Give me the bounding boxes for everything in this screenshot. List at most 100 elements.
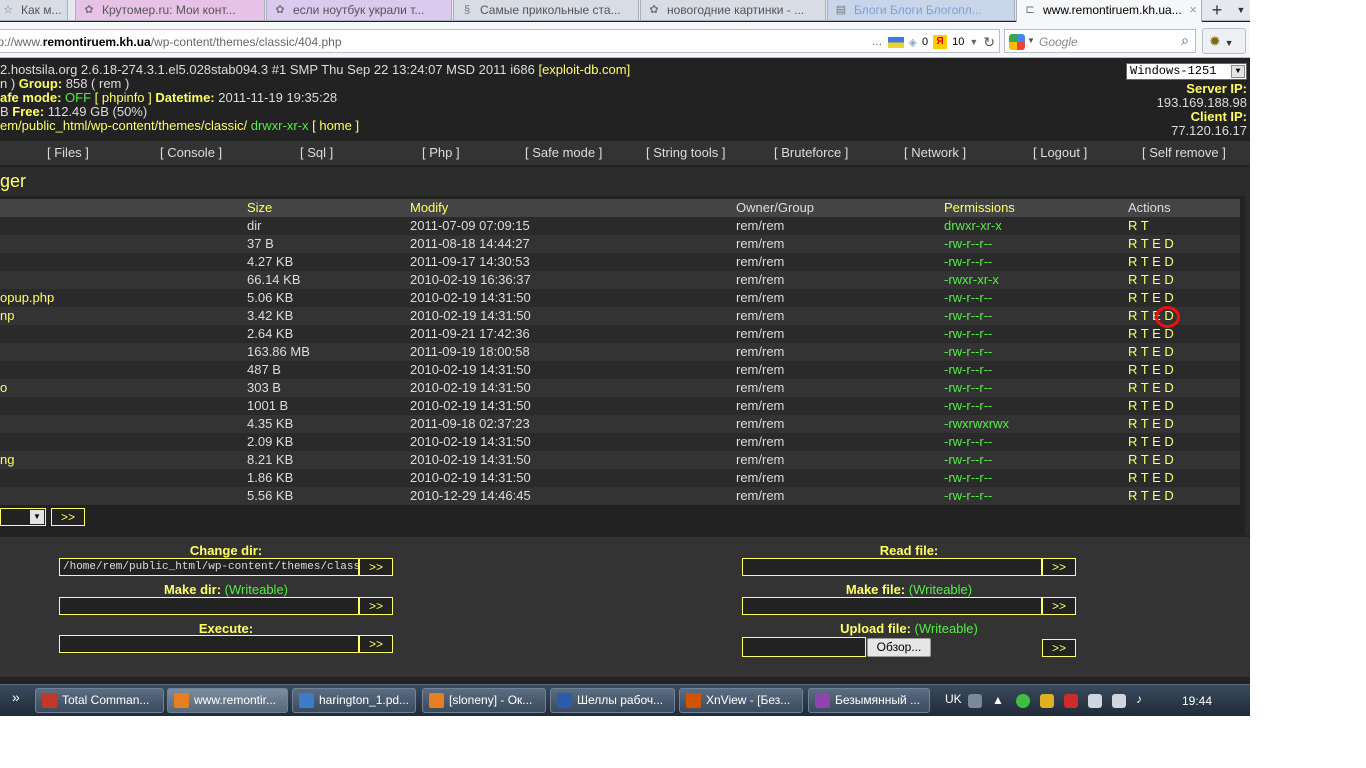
file-permissions-link[interactable]: -rw-r--r--: [944, 253, 992, 271]
read-file-input[interactable]: [742, 558, 1042, 576]
file-actions[interactable]: R T E D: [1128, 271, 1174, 289]
column-modify[interactable]: Modify: [410, 199, 448, 217]
chevron-down-icon[interactable]: ▼: [1027, 36, 1035, 45]
taskbar-item[interactable]: Шеллы рабоч...: [550, 688, 675, 713]
read-file-go-button[interactable]: >>: [1042, 558, 1076, 576]
file-permissions-link[interactable]: -rw-r--r--: [944, 307, 992, 325]
file-actions[interactable]: R T: [1128, 217, 1149, 235]
menu-console[interactable]: [ Console ]: [160, 145, 222, 160]
network-icon[interactable]: [1088, 694, 1102, 708]
change-dir-go-button[interactable]: >>: [359, 558, 393, 576]
file-permissions-link[interactable]: -rw-r--r--: [944, 451, 992, 469]
menu-sql[interactable]: [ Sql ]: [300, 145, 333, 160]
file-permissions-link[interactable]: -rw-r--r--: [944, 379, 992, 397]
tab-active[interactable]: ⊏ www.remontiruem.kh.ua... ×: [1016, 0, 1202, 22]
file-actions[interactable]: R T E D: [1128, 433, 1174, 451]
upload-file-go-button[interactable]: >>: [1042, 639, 1076, 657]
upload-file-input[interactable]: [742, 637, 866, 657]
gear-icon[interactable]: ✹ ▼: [1202, 28, 1246, 54]
file-permissions-link[interactable]: -rw-r--r--: [944, 343, 992, 361]
file-actions[interactable]: R T E D: [1128, 415, 1174, 433]
file-permissions-link[interactable]: -rw-r--r--: [944, 235, 992, 253]
file-actions[interactable]: R T E D: [1128, 451, 1174, 469]
change-dir-input[interactable]: /home/rem/public_html/wp-content/themes/…: [59, 558, 359, 576]
file-permissions-link[interactable]: -rw-r--r--: [944, 361, 992, 379]
new-tab-button[interactable]: +: [1204, 0, 1230, 21]
file-permissions-link[interactable]: -rw-r--r--: [944, 433, 992, 451]
file-name-link[interactable]: o: [0, 379, 7, 397]
file-actions[interactable]: R T E D: [1128, 469, 1174, 487]
tab-5[interactable]: ▤ Блоги Блоги Блогопл...: [827, 0, 1015, 21]
yandex-icon[interactable]: Я: [933, 35, 948, 49]
chevron-down-icon[interactable]: ▼: [969, 37, 978, 47]
close-tab-icon[interactable]: ×: [1189, 2, 1197, 17]
security-icon[interactable]: [1064, 694, 1078, 708]
menu-php[interactable]: [ Php ]: [422, 145, 460, 160]
taskbar-item[interactable]: Total Comman...: [35, 688, 164, 713]
device-icon[interactable]: [1112, 694, 1126, 708]
file-permissions-link[interactable]: -rwxrwxrwx: [944, 415, 1009, 433]
file-permissions-link[interactable]: -rw-r--r--: [944, 325, 992, 343]
apply-action-button[interactable]: >>: [51, 508, 85, 526]
taskbar-item[interactable]: Безымянный ...: [808, 688, 930, 713]
column-permissions[interactable]: Permissions: [944, 199, 1015, 217]
menu-bruteforce[interactable]: [ Bruteforce ]: [774, 145, 848, 160]
reload-icon[interactable]: ↻: [983, 34, 995, 51]
file-permissions-link[interactable]: -rw-r--r--: [944, 289, 992, 307]
chevron-down-icon[interactable]: ▼: [1232, 0, 1250, 21]
taskbar-item[interactable]: www.remontir...: [167, 688, 288, 713]
file-name-link[interactable]: ng: [0, 451, 14, 469]
make-file-input[interactable]: [742, 597, 1042, 615]
file-actions[interactable]: R T E D: [1128, 361, 1174, 379]
file-permissions-link[interactable]: -rw-r--r--: [944, 487, 992, 505]
make-dir-input[interactable]: [59, 597, 359, 615]
file-actions[interactable]: R T E D: [1128, 487, 1174, 505]
menu-logout[interactable]: [ Logout ]: [1033, 145, 1087, 160]
search-box[interactable]: ▼ Google ⌕: [1004, 29, 1196, 53]
file-actions[interactable]: R T E D: [1128, 253, 1174, 271]
current-path[interactable]: em/public_html/wp-content/themes/classic…: [0, 118, 247, 133]
shield-icon[interactable]: ◈: [909, 36, 917, 49]
menu-safe-mode[interactable]: [ Safe mode ]: [525, 145, 602, 160]
column-size[interactable]: Size: [247, 199, 272, 217]
search-icon[interactable]: ⌕: [1181, 32, 1189, 49]
file-permissions-link[interactable]: drwxr-xr-x: [944, 217, 1002, 235]
tab-1[interactable]: ✿ Крутомер.ru: Мои конт...: [75, 0, 265, 21]
make-file-go-button[interactable]: >>: [1042, 597, 1076, 615]
phpinfo-link[interactable]: [ phpinfo ]: [95, 90, 152, 105]
tab-4[interactable]: ✿ новогодние картинки - ...: [640, 0, 826, 21]
more-icon[interactable]: …: [872, 36, 883, 48]
file-actions[interactable]: R T E D: [1128, 235, 1174, 253]
tab-2[interactable]: ✿ если ноутбук украли т...: [266, 0, 452, 21]
volume-icon[interactable]: ♪: [1136, 692, 1150, 706]
menu-network[interactable]: [ Network ]: [904, 145, 966, 160]
exploit-db-link[interactable]: [exploit-db.com]: [538, 62, 630, 77]
file-permissions-link[interactable]: -rw-r--r--: [944, 469, 992, 487]
tab-0[interactable]: ☆ Как м...: [0, 0, 68, 21]
file-permissions-link[interactable]: -rwxr-xr-x: [944, 271, 999, 289]
encoding-select[interactable]: Windows-1251 ▼: [1126, 63, 1247, 80]
taskbar-item[interactable]: harington_1.pd...: [292, 688, 416, 713]
file-actions[interactable]: R T E D: [1128, 379, 1174, 397]
make-dir-go-button[interactable]: >>: [359, 597, 393, 615]
execute-input[interactable]: [59, 635, 359, 653]
tab-3[interactable]: § Самые прикольные ста...: [453, 0, 639, 21]
menu-self-remove[interactable]: [ Self remove ]: [1142, 145, 1226, 160]
chevron-up-icon[interactable]: ▲: [992, 693, 1006, 707]
browse-button[interactable]: Обзор...: [867, 638, 931, 657]
file-actions[interactable]: R T E D: [1128, 343, 1174, 361]
language-indicator[interactable]: UK: [945, 692, 962, 706]
app-tray-icon[interactable]: [1040, 694, 1054, 708]
home-link[interactable]: [ home ]: [312, 118, 359, 133]
clock[interactable]: 19:44: [1182, 694, 1212, 708]
column-owner[interactable]: Owner/Group: [736, 199, 814, 217]
menu-files[interactable]: [ Files ]: [47, 145, 89, 160]
file-name-link[interactable]: opup.php: [0, 289, 54, 307]
action-select[interactable]: ▼: [0, 508, 46, 526]
more-icon[interactable]: »: [12, 689, 20, 705]
ukraine-flag-icon[interactable]: [887, 36, 904, 48]
address-bar[interactable]: http://www.remontiruem.kh.ua/wp-content/…: [0, 29, 1000, 53]
google-icon[interactable]: [1009, 34, 1025, 50]
file-actions[interactable]: R T E D: [1128, 289, 1174, 307]
file-actions[interactable]: R T E D: [1128, 397, 1174, 415]
